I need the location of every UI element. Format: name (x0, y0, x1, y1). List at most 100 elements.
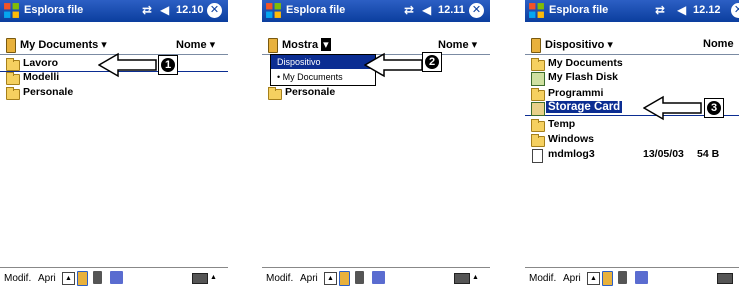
start-menu-icon[interactable] (528, 2, 545, 19)
folder-dropdown-label: Dispositivo (545, 39, 605, 51)
keyboard-up-arrow-icon[interactable]: ▲ (470, 272, 481, 283)
up-arrow-icon[interactable]: ▲ (587, 272, 600, 285)
title-bar: Esplora file ⇄ ◀ 12.11 ✕ (262, 0, 490, 22)
keyboard-icon[interactable] (192, 273, 208, 284)
card-icon[interactable] (355, 271, 364, 284)
flash-disk-icon (531, 72, 545, 86)
edit-menu[interactable]: Modif. (4, 273, 31, 284)
folder-icon (6, 72, 20, 85)
close-button[interactable]: ✕ (207, 3, 222, 18)
card-icon[interactable] (618, 271, 627, 284)
sort-label: Nome (438, 39, 469, 51)
open-menu[interactable]: Apri (38, 273, 56, 284)
app-title: Esplora file (549, 4, 609, 16)
connectivity-icon[interactable]: ⇄ (142, 3, 152, 17)
clock[interactable]: 12.11 (438, 4, 465, 16)
pointer-arrow (643, 95, 702, 121)
item-label: mdmlog3 (548, 148, 595, 160)
device-icon (268, 38, 278, 53)
folder-icon (531, 119, 545, 132)
folder-dropdown[interactable]: My Documents ▾ (20, 38, 107, 51)
properties-icon[interactable] (372, 271, 385, 284)
title-bar: Esplora file ⇄ ◀ 12.12 ✕ (525, 0, 739, 22)
list-item[interactable]: Windows (525, 133, 739, 147)
item-label: My Flash Disk (548, 71, 619, 83)
taskbar: Modif. Apri ▲ ▲ (0, 267, 228, 288)
app-title: Esplora file (24, 4, 84, 16)
menu-item-label: • My Documents (277, 72, 343, 82)
storage-icon[interactable] (77, 271, 88, 286)
item-label: Personale (285, 86, 336, 98)
item-label: Storage Card (546, 101, 623, 113)
screen-3: Esplora file ⇄ ◀ 12.12 ✕ Dispositivo ▾ N… (525, 0, 739, 288)
up-arrow-icon[interactable]: ▲ (324, 272, 337, 285)
item-label: Lavoro (23, 57, 59, 69)
close-button[interactable]: ✕ (731, 3, 739, 18)
file-icon (532, 149, 543, 163)
show-dropdown[interactable]: Mostra ▾ (282, 38, 331, 51)
item-label: Personale (23, 86, 74, 98)
keyboard-up-arrow-icon[interactable]: ▲ (208, 272, 219, 283)
folder-dropdown-label: My Documents (20, 39, 99, 51)
card-icon[interactable] (93, 271, 102, 284)
start-menu-icon[interactable] (3, 2, 20, 19)
folder-icon (531, 58, 545, 71)
folder-dropdown[interactable]: Dispositivo ▾ (545, 38, 613, 51)
volume-icon[interactable]: ◀ (677, 3, 686, 17)
edit-menu[interactable]: Modif. (266, 273, 293, 284)
menu-item-device[interactable]: Dispositivo (271, 55, 375, 69)
show-menu: Dispositivo • My Documents (270, 54, 376, 86)
app-title: Esplora file (286, 4, 346, 16)
open-menu[interactable]: Apri (563, 273, 581, 284)
pointer-arrow (98, 52, 157, 78)
list-item[interactable]: My Flash Disk (525, 71, 739, 86)
list-item[interactable]: mdmlog3 13/05/03 54 B (525, 148, 739, 163)
list-item[interactable]: Temp (525, 118, 739, 132)
screen-2: Esplora file ⇄ ◀ 12.11 ✕ Mostra ▾ Nome ▾… (262, 0, 490, 288)
callout-badge: 1 (158, 55, 178, 75)
item-date: 13/05/03 (643, 148, 684, 160)
clock[interactable]: 12.12 (693, 4, 721, 16)
folder-icon (6, 87, 20, 100)
keyboard-icon[interactable] (717, 273, 733, 284)
dropdown-arrow-icon[interactable]: ▾ (321, 38, 331, 51)
list-item[interactable]: My Documents (525, 57, 739, 71)
sort-dropdown[interactable]: Nome ▾ (438, 38, 477, 51)
taskbar: Modif. Apri ▲ ▲ (262, 267, 490, 288)
folder-icon (531, 88, 545, 101)
sort-label: Nome (703, 38, 734, 50)
clock[interactable]: 12.10 (176, 4, 204, 16)
menu-item-my-documents[interactable]: • My Documents (271, 70, 375, 84)
start-menu-icon[interactable] (265, 2, 282, 19)
sort-dropdown[interactable]: Nome (703, 38, 734, 50)
callout-number: 3 (707, 101, 721, 115)
connectivity-icon[interactable]: ⇄ (404, 3, 414, 17)
open-menu[interactable]: Apri (300, 273, 318, 284)
folder-icon (6, 58, 20, 71)
pointer-arrow (364, 52, 423, 78)
item-label: My Documents (548, 57, 623, 69)
storage-card-icon (531, 102, 545, 116)
keyboard-icon[interactable] (454, 273, 470, 284)
list-item[interactable]: Personale (262, 86, 490, 100)
properties-icon[interactable] (635, 271, 648, 284)
device-icon (531, 38, 541, 53)
close-button[interactable]: ✕ (469, 3, 484, 18)
list-item[interactable]: Personale (0, 86, 228, 100)
storage-icon[interactable] (602, 271, 613, 286)
storage-icon[interactable] (339, 271, 350, 286)
properties-icon[interactable] (110, 271, 123, 284)
callout-number: 2 (425, 55, 439, 69)
folder-header: Dispositivo ▾ Nome (525, 36, 739, 55)
edit-menu[interactable]: Modif. (529, 273, 556, 284)
connectivity-icon[interactable]: ⇄ (655, 3, 665, 17)
screen-1: Esplora file ⇄ ◀ 12.10 ✕ My Documents ▾ … (0, 0, 228, 288)
device-icon (6, 38, 16, 53)
callout-badge: 2 (422, 52, 442, 72)
callout-number: 1 (161, 58, 175, 72)
volume-icon[interactable]: ◀ (422, 3, 431, 17)
folder-icon (531, 134, 545, 147)
up-arrow-icon[interactable]: ▲ (62, 272, 75, 285)
sort-dropdown[interactable]: Nome ▾ (176, 38, 215, 51)
volume-icon[interactable]: ◀ (160, 3, 169, 17)
